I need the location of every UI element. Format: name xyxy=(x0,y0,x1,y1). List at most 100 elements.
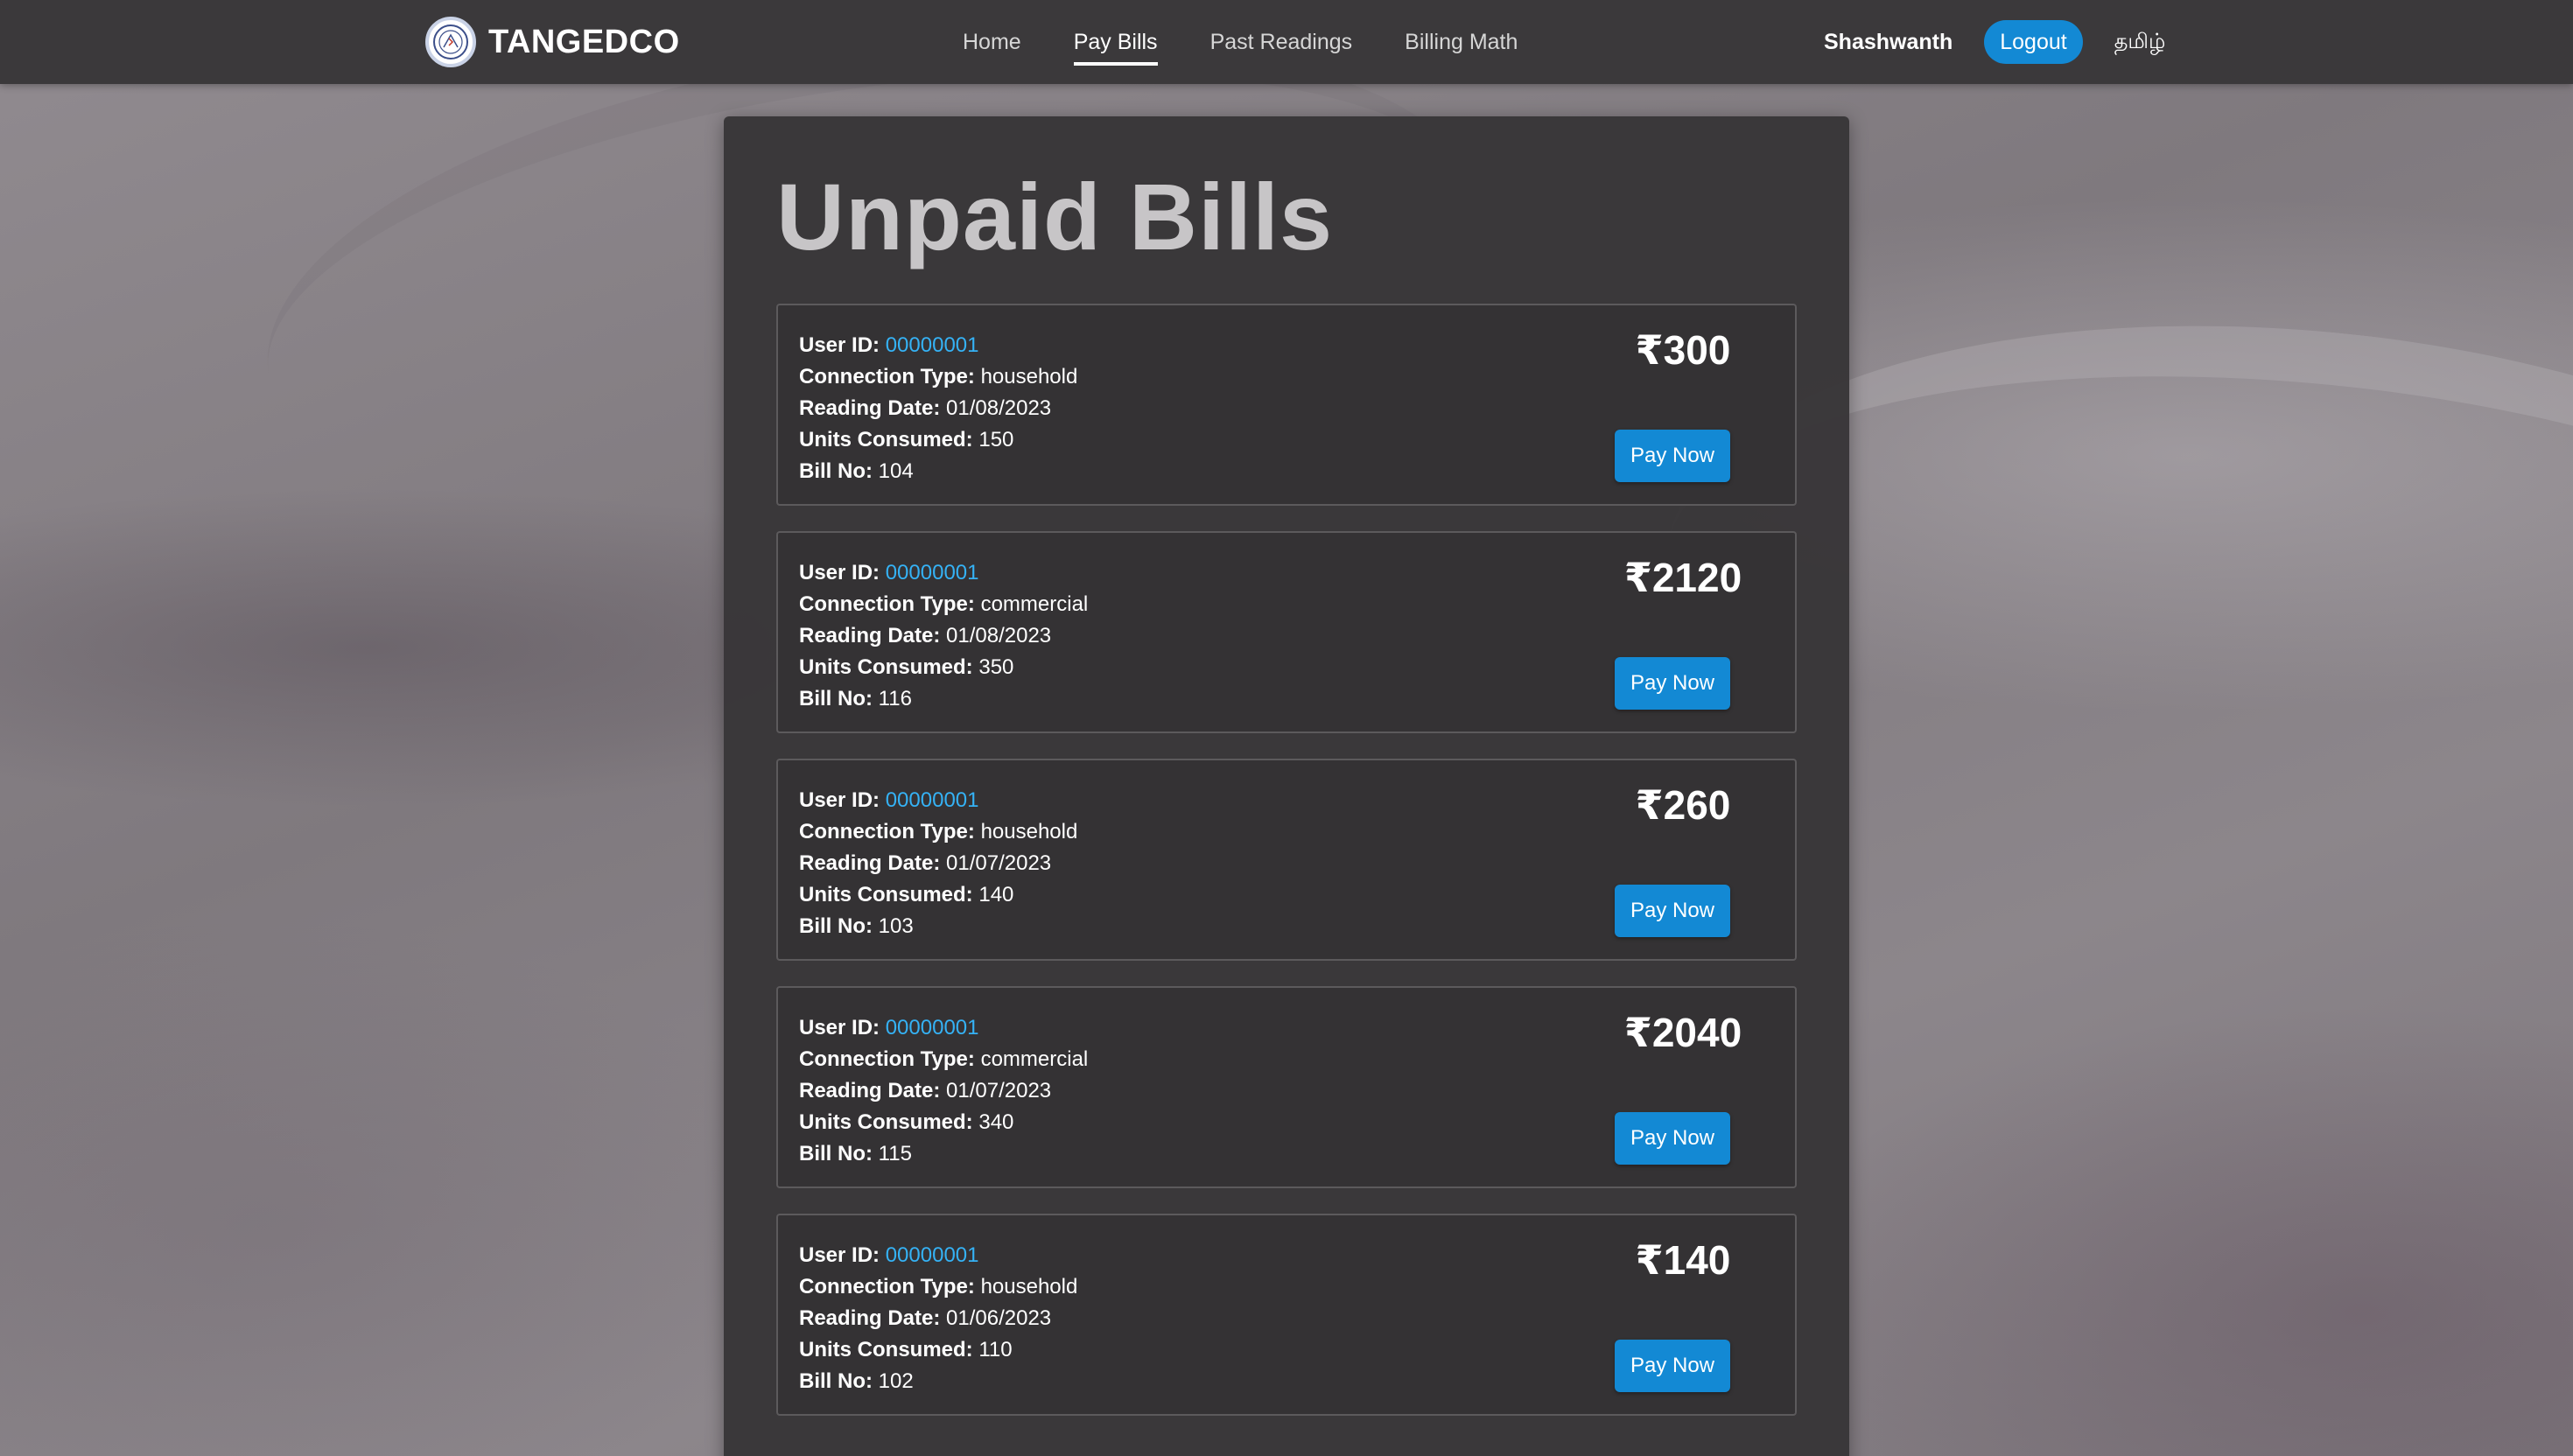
connection-type-label: Connection Type: xyxy=(799,1047,975,1071)
bill-no-label: Bill No: xyxy=(799,1142,873,1166)
reading-date-row: Reading Date: 01/08/2023 xyxy=(799,393,1077,424)
bill-card: User ID: 00000001 Connection Type: house… xyxy=(776,304,1797,506)
bill-card: User ID: 00000001 Connection Type: house… xyxy=(776,1214,1797,1416)
bill-details: User ID: 00000001 Connection Type: comme… xyxy=(799,1012,1088,1170)
user-id-link[interactable]: 00000001 xyxy=(886,561,979,584)
units-consumed-row: Units Consumed: 350 xyxy=(799,652,1088,683)
pay-now-button[interactable]: Pay Now xyxy=(1615,1112,1730,1165)
connection-type-value: household xyxy=(980,365,1078,388)
bill-no-value: 103 xyxy=(878,914,914,938)
user-id-label: User ID: xyxy=(799,561,880,584)
units-consumed-label: Units Consumed: xyxy=(799,428,973,452)
brand[interactable]: TANGEDCO xyxy=(425,16,680,68)
bill-card: User ID: 00000001 Connection Type: house… xyxy=(776,759,1797,961)
connection-type-label: Connection Type: xyxy=(799,592,975,616)
bill-card: User ID: 00000001 Connection Type: comme… xyxy=(776,531,1797,733)
bill-list: User ID: 00000001 Connection Type: house… xyxy=(776,304,1797,1441)
reading-date-value: 01/06/2023 xyxy=(946,1306,1052,1330)
bill-no-label: Bill No: xyxy=(799,1369,873,1393)
user-id-link[interactable]: 00000001 xyxy=(886,788,979,812)
connection-type-label: Connection Type: xyxy=(799,1275,975,1298)
bill-no-value: 102 xyxy=(878,1369,914,1393)
connection-type-value: household xyxy=(980,820,1078,844)
user-id-link[interactable]: 00000001 xyxy=(886,1243,979,1267)
connection-type-row: Connection Type: household xyxy=(799,1271,1077,1303)
connection-type-row: Connection Type: household xyxy=(799,361,1077,393)
bill-no-row: Bill No: 102 xyxy=(799,1366,1077,1397)
username: Shashwanth xyxy=(1824,29,1953,54)
user-id-label: User ID: xyxy=(799,1016,880,1040)
connection-type-row: Connection Type: household xyxy=(799,816,1077,848)
pay-now-button[interactable]: Pay Now xyxy=(1615,1340,1730,1392)
units-consumed-value: 350 xyxy=(978,655,1014,679)
pay-now-button[interactable]: Pay Now xyxy=(1615,430,1730,482)
connection-type-row: Connection Type: commercial xyxy=(799,589,1088,620)
nav-past-readings[interactable]: Past Readings xyxy=(1210,30,1353,55)
reading-date-row: Reading Date: 01/08/2023 xyxy=(799,620,1088,652)
bill-amount: ₹300 xyxy=(1635,327,1731,373)
connection-type-value: commercial xyxy=(980,1047,1089,1071)
nav-pay-bills[interactable]: Pay Bills xyxy=(1073,30,1158,66)
tangedco-logo-icon xyxy=(425,17,476,67)
bill-no-row: Bill No: 116 xyxy=(799,683,1088,715)
units-consumed-row: Units Consumed: 340 xyxy=(799,1107,1088,1138)
reading-date-row: Reading Date: 01/07/2023 xyxy=(799,848,1077,879)
unpaid-bills-panel: Unpaid Bills User ID: 00000001 Connectio… xyxy=(724,116,1849,1456)
user-id-label: User ID: xyxy=(799,788,880,812)
language-toggle[interactable]: தமிழ் xyxy=(2114,29,2166,56)
user-id-row: User ID: 00000001 xyxy=(799,557,1088,589)
bill-no-value: 115 xyxy=(878,1142,912,1166)
nav-home[interactable]: Home xyxy=(963,30,1021,55)
connection-type-value: household xyxy=(980,1275,1078,1298)
bill-no-row: Bill No: 103 xyxy=(799,911,1077,942)
units-consumed-label: Units Consumed: xyxy=(799,655,973,679)
units-consumed-value: 140 xyxy=(978,883,1014,906)
connection-type-label: Connection Type: xyxy=(799,365,975,388)
bill-no-row: Bill No: 115 xyxy=(799,1138,1088,1170)
bill-card: User ID: 00000001 Connection Type: comme… xyxy=(776,986,1797,1188)
connection-type-label: Connection Type: xyxy=(799,820,975,844)
user-area: Shashwanth Logout தமிழ் xyxy=(1824,0,2165,84)
bill-amount: ₹2120 xyxy=(1623,555,1742,600)
bill-amount: ₹260 xyxy=(1635,782,1731,828)
reading-date-label: Reading Date: xyxy=(799,1079,941,1102)
units-consumed-row: Units Consumed: 140 xyxy=(799,879,1077,911)
bill-no-value: 116 xyxy=(878,687,912,710)
main-nav: Home Pay Bills Past Readings Billing Mat… xyxy=(963,0,1570,84)
reading-date-value: 01/08/2023 xyxy=(946,624,1052,648)
reading-date-value: 01/08/2023 xyxy=(946,396,1052,420)
user-id-row: User ID: 00000001 xyxy=(799,1012,1088,1044)
bill-amount: ₹140 xyxy=(1635,1237,1731,1283)
units-consumed-label: Units Consumed: xyxy=(799,1338,973,1362)
units-consumed-label: Units Consumed: xyxy=(799,883,973,906)
bill-no-row: Bill No: 104 xyxy=(799,456,1077,487)
user-id-row: User ID: 00000001 xyxy=(799,330,1077,361)
brand-name: TANGEDCO xyxy=(488,23,680,60)
bill-details: User ID: 00000001 Connection Type: house… xyxy=(799,785,1077,942)
user-id-link[interactable]: 00000001 xyxy=(886,333,979,357)
bill-details: User ID: 00000001 Connection Type: house… xyxy=(799,330,1077,487)
reading-date-row: Reading Date: 01/07/2023 xyxy=(799,1075,1088,1107)
bill-no-value: 104 xyxy=(878,459,914,483)
user-id-label: User ID: xyxy=(799,333,880,357)
units-consumed-value: 340 xyxy=(978,1110,1014,1134)
reading-date-label: Reading Date: xyxy=(799,396,941,420)
reading-date-value: 01/07/2023 xyxy=(946,1079,1052,1102)
units-consumed-row: Units Consumed: 110 xyxy=(799,1334,1077,1366)
user-id-row: User ID: 00000001 xyxy=(799,785,1077,816)
pay-now-button[interactable]: Pay Now xyxy=(1615,657,1730,710)
user-id-row: User ID: 00000001 xyxy=(799,1240,1077,1271)
connection-type-value: commercial xyxy=(980,592,1089,616)
reading-date-value: 01/07/2023 xyxy=(946,851,1052,875)
units-consumed-value: 150 xyxy=(978,428,1014,452)
connection-type-row: Connection Type: commercial xyxy=(799,1044,1088,1075)
pay-now-button[interactable]: Pay Now xyxy=(1615,885,1730,937)
logout-button[interactable]: Logout xyxy=(1984,20,2083,64)
user-id-link[interactable]: 00000001 xyxy=(886,1016,979,1040)
bill-details: User ID: 00000001 Connection Type: house… xyxy=(799,1240,1077,1397)
bill-no-label: Bill No: xyxy=(799,687,873,710)
units-consumed-value: 110 xyxy=(978,1338,1013,1362)
reading-date-label: Reading Date: xyxy=(799,1306,941,1330)
nav-billing-math[interactable]: Billing Math xyxy=(1405,30,1518,55)
units-consumed-label: Units Consumed: xyxy=(799,1110,973,1134)
